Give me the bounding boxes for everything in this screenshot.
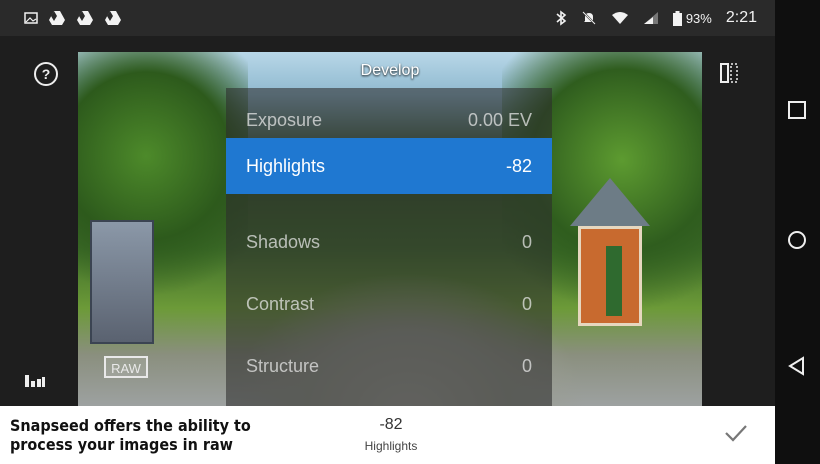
- android-nav-bar: [775, 0, 820, 464]
- menu-item-shadows[interactable]: Shadows 0: [226, 214, 552, 270]
- raw-badge: RAW: [104, 356, 148, 378]
- photo-kiosk-left: [90, 220, 154, 344]
- menu-item-label: Shadows: [246, 231, 321, 252]
- image-icon: [24, 12, 38, 24]
- battery: 93%: [672, 10, 712, 26]
- wifi-icon: [611, 12, 628, 24]
- menu-item-structure[interactable]: Structure 0: [226, 338, 552, 394]
- menu-item-value: 0: [521, 293, 532, 314]
- caption-text: Snapseed offers the ability to process y…: [10, 416, 251, 454]
- menu-item-label: Structure: [246, 355, 320, 376]
- menu-item-highlights[interactable]: Highlights -82: [226, 138, 552, 194]
- bluetooth-icon: [556, 10, 567, 26]
- drive-icon: [49, 11, 65, 25]
- status-right: 93% 2:21: [555, 9, 775, 27]
- menu-item-value: 0: [521, 355, 532, 376]
- back-button[interactable]: [785, 354, 809, 378]
- kiosk-roof: [570, 178, 650, 226]
- clock: 2:21: [725, 9, 757, 26]
- status-left: [0, 10, 122, 26]
- current-adjustment: -82 Highlights: [346, 416, 436, 454]
- drive-icon: [77, 11, 93, 25]
- status-bar: 93% 2:21: [0, 0, 775, 36]
- signal-icon: [643, 12, 658, 24]
- recents-button[interactable]: [785, 98, 809, 122]
- battery-percent: 93%: [685, 10, 712, 26]
- mute-icon: [582, 11, 596, 25]
- app-screen: 93% 2:21 Develop Exposure 0.00 EV Highli…: [0, 0, 775, 464]
- kiosk-door: [606, 246, 622, 316]
- adjustment-menu: Exposure 0.00 EV Highlights -82 Shadows …: [226, 88, 552, 408]
- menu-item-label: Highlights: [246, 155, 326, 176]
- tool-title: Develop: [360, 62, 420, 79]
- menu-item-label: Exposure: [246, 109, 323, 130]
- menu-item-label: Contrast: [246, 293, 315, 314]
- current-label: Highlights: [364, 439, 418, 453]
- current-value: -82: [379, 416, 403, 433]
- drive-icon: [105, 11, 121, 25]
- apply-check-icon[interactable]: [724, 424, 748, 442]
- menu-item-value: 0: [521, 231, 532, 252]
- battery-icon: [672, 10, 682, 26]
- help-button[interactable]: ?: [34, 62, 58, 86]
- menu-item-value: 0.00 EV: [467, 109, 532, 130]
- photo-kiosk-right: [570, 178, 650, 328]
- menu-item-value: -82: [505, 155, 532, 176]
- menu-item-contrast[interactable]: Contrast 0: [226, 276, 552, 332]
- compare-icon[interactable]: [720, 62, 738, 84]
- home-button[interactable]: [785, 228, 809, 252]
- histogram-icon[interactable]: [24, 372, 46, 388]
- bottom-panel: Snapseed offers the ability to process y…: [0, 406, 775, 464]
